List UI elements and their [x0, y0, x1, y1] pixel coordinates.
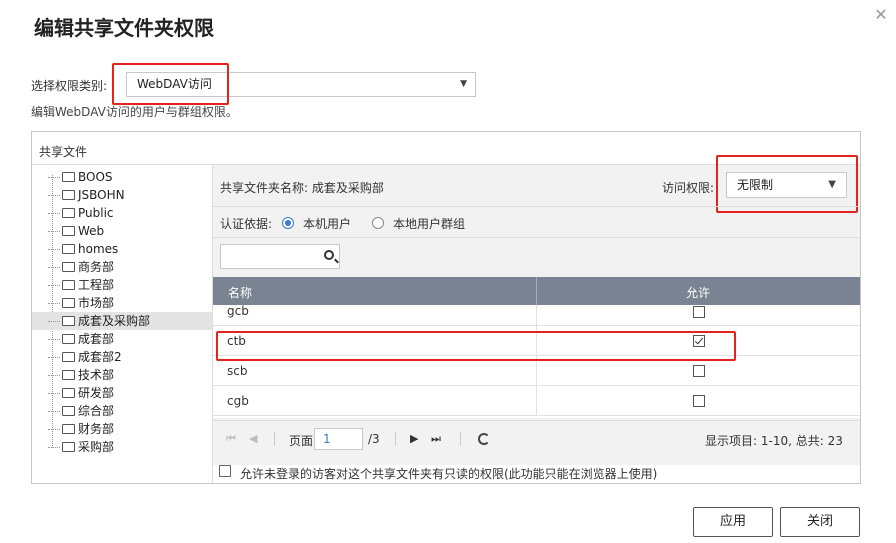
radio-local-group-label: 本地用户群组: [393, 217, 466, 231]
folder-icon: [62, 226, 75, 236]
access-label: 访问权限:: [662, 181, 715, 195]
column-header-allow[interactable]: 允许: [686, 284, 710, 301]
panel-header: 共享文件: [39, 145, 88, 159]
table-row[interactable]: gcb: [213, 305, 860, 326]
row-name: gcb: [227, 305, 249, 318]
allow-checkbox[interactable]: [693, 306, 705, 318]
shared-folder-name: 共享文件夹名称: 成套及采购部: [220, 181, 384, 195]
grid-body: gcb ctb scb cgb: [213, 305, 860, 418]
tree-item-homes[interactable]: homes: [48, 240, 118, 258]
row-name: cgb: [227, 394, 249, 408]
folder-icon: [62, 208, 75, 218]
tree-item-purchasing[interactable]: 采购部: [48, 438, 114, 456]
folder-icon: [62, 370, 75, 380]
apply-button[interactable]: 应用: [693, 507, 773, 537]
tree-item-marketing[interactable]: 市场部: [48, 294, 114, 312]
column-divider: [536, 277, 537, 305]
column-header-name[interactable]: 名称: [228, 284, 252, 301]
radio-local-user-label: 本机用户: [303, 217, 352, 231]
tree-item-web[interactable]: Web: [48, 222, 104, 240]
divider: [213, 237, 860, 238]
auth-label: 认证依据:: [220, 217, 273, 231]
tree-item-business[interactable]: 商务部: [48, 258, 114, 276]
permission-type-label: 选择权限类别:: [31, 79, 108, 93]
tree-item-rnd[interactable]: 研发部: [48, 384, 114, 402]
dialog-title: 编辑共享文件夹权限: [34, 16, 214, 40]
folder-icon: [62, 262, 75, 272]
close-icon[interactable]: ✕: [872, 6, 890, 24]
page-label: 页面: [289, 434, 314, 448]
first-page-icon[interactable]: ⏮: [226, 431, 236, 447]
folder-icon: [62, 334, 75, 344]
anonymous-access-label: 允许未登录的访客对这个共享文件夹有只读的权限(此功能只能在浏览器上使用): [240, 467, 658, 481]
table-row[interactable]: cgb: [213, 386, 860, 416]
tree-item-boos[interactable]: BOOS: [48, 168, 113, 186]
chevron-down-icon: ▼: [460, 79, 467, 89]
pager-divider: [395, 432, 396, 446]
total-pages: /3: [368, 432, 380, 446]
folder-icon: [62, 316, 75, 326]
divider: [213, 206, 860, 207]
pager-divider: [460, 432, 461, 446]
allow-checkbox[interactable]: [693, 395, 705, 407]
page-input[interactable]: 1: [314, 428, 363, 450]
folder-icon: [62, 190, 75, 200]
next-page-icon[interactable]: ▶: [410, 431, 418, 447]
folder-icon: [62, 298, 75, 308]
cell-divider: [536, 305, 537, 326]
anonymous-access-checkbox[interactable]: [219, 465, 231, 477]
pager-divider: [274, 432, 275, 446]
tree-item-jsbohn[interactable]: JSBOHN: [48, 186, 125, 204]
tree-item-public[interactable]: Public: [48, 204, 114, 222]
tree-item-complete-sets[interactable]: 成套部: [48, 330, 114, 348]
permission-description: 编辑WebDAV访问的用户与群组权限。: [31, 105, 238, 119]
tree-item-finance[interactable]: 财务部: [48, 420, 114, 438]
items-summary: 显示项目: 1-10, 总共: 23: [705, 434, 843, 448]
folder-icon: [62, 406, 75, 416]
highlight-box-type: [112, 63, 229, 105]
folder-icon: [62, 424, 75, 434]
folder-icon: [62, 352, 75, 362]
tree-item-general[interactable]: 综合部: [48, 402, 114, 420]
search-icon[interactable]: [324, 250, 334, 260]
folder-icon: [62, 244, 75, 254]
tree-item-selected[interactable]: 成套及采购部: [32, 312, 212, 330]
folder-icon: [62, 280, 75, 290]
folder-icon: [62, 172, 75, 182]
folder-tree: BOOS JSBOHN Public Web homes 商务部 工程部 市场部…: [32, 164, 213, 483]
prev-page-icon[interactable]: ◀: [249, 431, 257, 447]
search-input[interactable]: [220, 244, 340, 269]
radio-local-group[interactable]: [372, 217, 384, 229]
refresh-icon[interactable]: [478, 433, 490, 445]
close-button[interactable]: 关闭: [780, 507, 860, 537]
highlight-box-row: [216, 331, 736, 361]
last-page-icon[interactable]: ⏭: [431, 431, 441, 447]
folder-icon: [62, 442, 75, 452]
cell-divider: [536, 386, 537, 416]
highlight-box-access: [716, 155, 858, 213]
tree-item-tech[interactable]: 技术部: [48, 366, 114, 384]
tree-item-engineering[interactable]: 工程部: [48, 276, 114, 294]
tree-item-complete-sets-2[interactable]: 成套部2: [48, 348, 122, 366]
radio-local-user[interactable]: [282, 217, 294, 229]
allow-checkbox[interactable]: [693, 365, 705, 377]
folder-icon: [62, 388, 75, 398]
